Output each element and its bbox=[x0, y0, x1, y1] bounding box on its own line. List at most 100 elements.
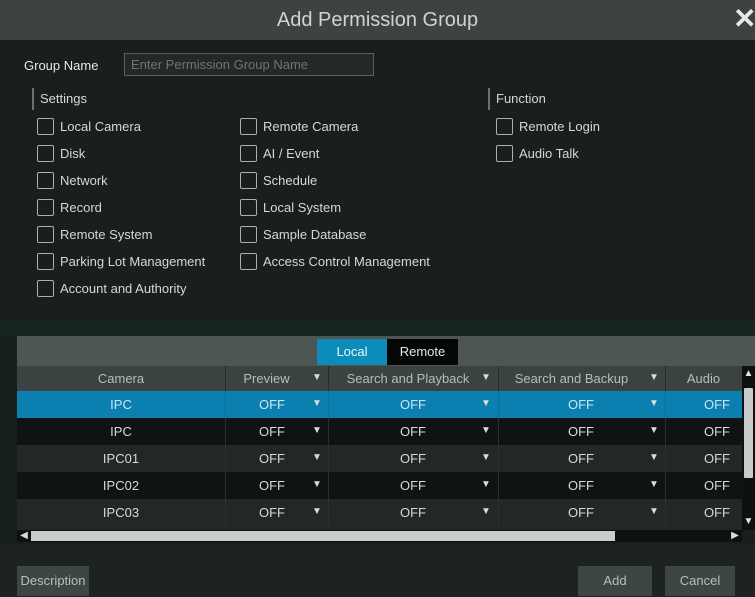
checkbox-remote-login[interactable]: Remote Login bbox=[496, 117, 600, 135]
column-header-audio[interactable]: Audio bbox=[665, 366, 742, 391]
cell-divider bbox=[498, 445, 499, 472]
chevron-down-icon[interactable]: ▼ bbox=[649, 372, 659, 383]
checkbox-box[interactable] bbox=[37, 144, 54, 162]
preview-select[interactable]: OFF bbox=[245, 445, 299, 472]
search-backup-select[interactable]: OFF bbox=[541, 445, 621, 472]
chevron-down-icon[interactable]: ▼ bbox=[649, 506, 659, 517]
checkbox-box[interactable] bbox=[37, 171, 54, 189]
search-backup-select[interactable]: OFF bbox=[541, 418, 621, 445]
checkbox-schedule[interactable]: Schedule bbox=[240, 171, 317, 189]
checkbox-box[interactable] bbox=[240, 198, 257, 216]
search-playback-select[interactable]: OFF bbox=[373, 391, 453, 418]
search-backup-select[interactable]: OFF bbox=[541, 472, 621, 499]
search-backup-select[interactable]: OFF bbox=[541, 391, 621, 418]
search-playback-select[interactable]: OFF bbox=[373, 499, 453, 526]
preview-select[interactable]: OFF bbox=[245, 391, 299, 418]
vertical-scrollbar[interactable]: ▲ ▼ bbox=[742, 366, 755, 530]
chevron-down-icon[interactable]: ▼ bbox=[649, 425, 659, 436]
checkbox-record[interactable]: Record bbox=[37, 198, 102, 216]
group-name-input[interactable] bbox=[124, 53, 374, 76]
chevron-down-icon[interactable]: ▼ bbox=[312, 372, 322, 383]
column-header-search-and-backup[interactable]: Search and Backup bbox=[498, 366, 645, 391]
chevron-down-icon[interactable]: ▼ bbox=[481, 506, 491, 517]
checkbox-box[interactable] bbox=[37, 117, 54, 135]
vertical-scroll-thumb[interactable] bbox=[744, 388, 753, 478]
table-row[interactable]: IPC03 OFF ▼ OFF ▼ OFF ▼ OFF bbox=[17, 499, 742, 530]
cell-divider bbox=[665, 499, 666, 526]
checkbox-account-and-authority[interactable]: Account and Authority bbox=[37, 279, 186, 297]
chevron-down-icon[interactable]: ▼ bbox=[312, 506, 322, 517]
divider-band bbox=[0, 320, 755, 336]
cell-divider bbox=[225, 418, 226, 445]
column-header-camera[interactable]: Camera bbox=[17, 366, 225, 391]
checkbox-local-camera[interactable]: Local Camera bbox=[37, 117, 141, 135]
scroll-left-icon[interactable]: ◀ bbox=[18, 530, 30, 542]
camera-name-cell: IPC01 bbox=[102, 451, 140, 466]
column-header-search-and-playback[interactable]: Search and Playback bbox=[328, 366, 488, 391]
scroll-up-icon[interactable]: ▲ bbox=[743, 368, 754, 379]
audio-select[interactable]: OFF bbox=[697, 391, 737, 418]
search-playback-select[interactable]: OFF bbox=[373, 445, 453, 472]
chevron-down-icon[interactable]: ▼ bbox=[312, 479, 322, 490]
checkbox-ai-event[interactable]: AI / Event bbox=[240, 144, 319, 162]
audio-select[interactable]: OFF bbox=[697, 472, 737, 499]
checkbox-local-system[interactable]: Local System bbox=[240, 198, 341, 216]
table-row[interactable]: IPC01 OFF ▼ OFF ▼ OFF ▼ OFF bbox=[17, 445, 742, 472]
chevron-down-icon[interactable]: ▼ bbox=[649, 452, 659, 463]
search-backup-select[interactable]: OFF bbox=[541, 499, 621, 526]
table-row[interactable]: IPC02 OFF ▼ OFF ▼ OFF ▼ OFF bbox=[17, 472, 742, 499]
checkbox-box[interactable] bbox=[496, 117, 513, 135]
checkbox-box[interactable] bbox=[240, 225, 257, 243]
checkbox-box[interactable] bbox=[37, 252, 54, 270]
checkbox-remote-system[interactable]: Remote System bbox=[37, 225, 152, 243]
checkbox-box[interactable] bbox=[496, 144, 513, 162]
chevron-down-icon[interactable]: ▼ bbox=[312, 398, 322, 409]
chevron-down-icon[interactable]: ▼ bbox=[312, 452, 322, 463]
description-button[interactable]: Description bbox=[17, 566, 89, 596]
chevron-down-icon[interactable]: ▼ bbox=[649, 479, 659, 490]
column-header-preview[interactable]: Preview bbox=[225, 366, 308, 391]
horizontal-scroll-thumb[interactable] bbox=[31, 531, 615, 541]
chevron-down-icon[interactable]: ▼ bbox=[312, 425, 322, 436]
horizontal-scrollbar[interactable]: ◀ ▶ bbox=[17, 530, 742, 542]
checkbox-disk[interactable]: Disk bbox=[37, 144, 85, 162]
checkbox-sample-database[interactable]: Sample Database bbox=[240, 225, 366, 243]
chevron-down-icon[interactable]: ▼ bbox=[481, 479, 491, 490]
preview-select[interactable]: OFF bbox=[245, 499, 299, 526]
checkbox-box[interactable] bbox=[37, 279, 54, 297]
close-icon[interactable]: ✕ bbox=[733, 4, 755, 34]
checkbox-network[interactable]: Network bbox=[37, 171, 108, 189]
chevron-down-icon[interactable]: ▼ bbox=[649, 398, 659, 409]
dialog-title: Add Permission Group bbox=[276, 9, 479, 31]
checkbox-audio-talk[interactable]: Audio Talk bbox=[496, 144, 579, 162]
scroll-right-icon[interactable]: ▶ bbox=[729, 530, 741, 542]
tab-remote[interactable]: Remote bbox=[387, 339, 458, 365]
cancel-button[interactable]: Cancel bbox=[665, 566, 735, 596]
cell-divider bbox=[328, 391, 329, 418]
search-playback-select[interactable]: OFF bbox=[373, 472, 453, 499]
add-button[interactable]: Add bbox=[578, 566, 652, 596]
chevron-down-icon[interactable]: ▼ bbox=[481, 452, 491, 463]
audio-select[interactable]: OFF bbox=[697, 445, 737, 472]
checkbox-access-control-management[interactable]: Access Control Management bbox=[240, 252, 430, 270]
search-playback-select[interactable]: OFF bbox=[373, 418, 453, 445]
checkbox-box[interactable] bbox=[240, 144, 257, 162]
tab-local[interactable]: Local bbox=[317, 339, 387, 365]
table-row[interactable]: IPC OFF ▼ OFF ▼ OFF ▼ OFF bbox=[17, 391, 742, 418]
audio-select[interactable]: OFF bbox=[697, 418, 737, 445]
checkbox-box[interactable] bbox=[240, 252, 257, 270]
preview-select[interactable]: OFF bbox=[245, 418, 299, 445]
checkbox-parking-lot-management[interactable]: Parking Lot Management bbox=[37, 252, 205, 270]
preview-select[interactable]: OFF bbox=[245, 472, 299, 499]
chevron-down-icon[interactable]: ▼ bbox=[481, 372, 491, 383]
checkbox-box[interactable] bbox=[240, 117, 257, 135]
checkbox-remote-camera[interactable]: Remote Camera bbox=[240, 117, 358, 135]
chevron-down-icon[interactable]: ▼ bbox=[481, 425, 491, 436]
checkbox-box[interactable] bbox=[37, 198, 54, 216]
audio-select[interactable]: OFF bbox=[697, 499, 737, 526]
chevron-down-icon[interactable]: ▼ bbox=[481, 398, 491, 409]
scroll-down-icon[interactable]: ▼ bbox=[743, 516, 754, 527]
checkbox-box[interactable] bbox=[240, 171, 257, 189]
table-row[interactable]: IPC OFF ▼ OFF ▼ OFF ▼ OFF bbox=[17, 418, 742, 445]
checkbox-box[interactable] bbox=[37, 225, 54, 243]
